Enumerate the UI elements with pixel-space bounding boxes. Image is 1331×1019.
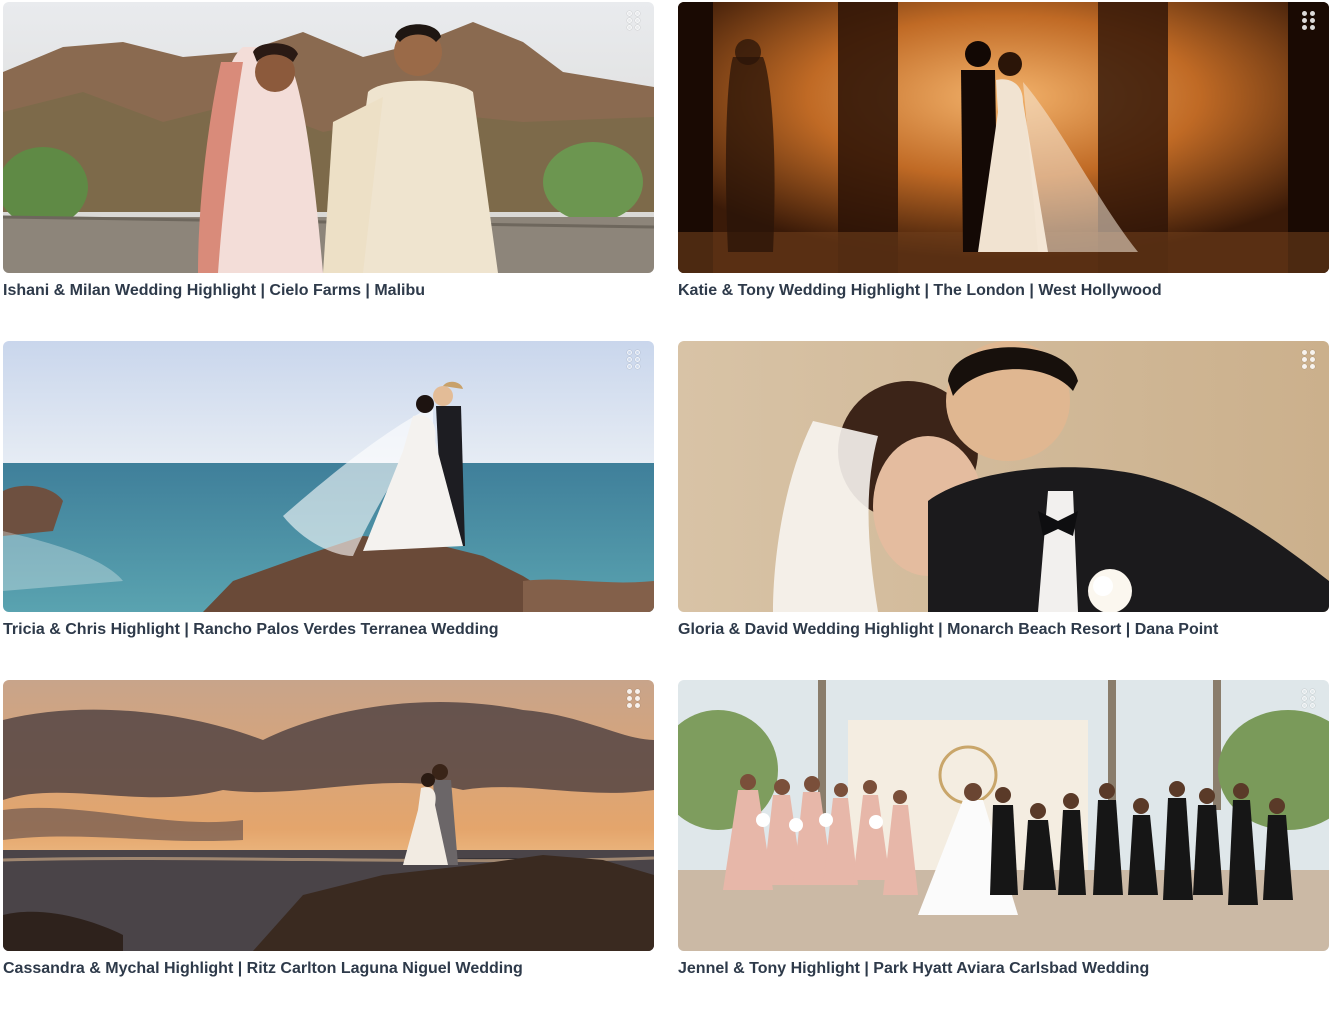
- thumbnail-image: [3, 680, 654, 951]
- video-thumbnail[interactable]: [678, 680, 1329, 951]
- video-title[interactable]: Gloria & David Wedding Highlight | Monar…: [678, 620, 1329, 640]
- thumbnail-image: [678, 680, 1329, 951]
- video-card[interactable]: Jennel & Tony Highlight | Park Hyatt Avi…: [678, 680, 1329, 1019]
- drag-handle-icon[interactable]: [627, 689, 641, 709]
- video-title[interactable]: Ishani & Milan Wedding Highlight | Cielo…: [3, 281, 654, 301]
- video-title[interactable]: Jennel & Tony Highlight | Park Hyatt Avi…: [678, 959, 1329, 979]
- video-title[interactable]: Cassandra & Mychal Highlight | Ritz Carl…: [3, 959, 654, 979]
- video-thumbnail[interactable]: [678, 341, 1329, 612]
- video-thumbnail[interactable]: [3, 2, 654, 273]
- drag-handle-icon[interactable]: [1302, 11, 1316, 31]
- thumbnail-image: [3, 341, 654, 612]
- video-thumbnail[interactable]: [3, 341, 654, 612]
- video-card[interactable]: Tricia & Chris Highlight | Rancho Palos …: [3, 341, 654, 680]
- video-title[interactable]: Tricia & Chris Highlight | Rancho Palos …: [3, 620, 654, 640]
- video-thumbnail[interactable]: [678, 2, 1329, 273]
- video-thumbnail[interactable]: [3, 680, 654, 951]
- thumbnail-image: [678, 341, 1329, 612]
- video-card[interactable]: Katie & Tony Wedding Highlight | The Lon…: [678, 2, 1329, 341]
- video-grid: Ishani & Milan Wedding Highlight | Cielo…: [3, 2, 1329, 1019]
- drag-handle-icon[interactable]: [1302, 689, 1316, 709]
- thumbnail-image: [678, 2, 1329, 273]
- drag-handle-icon[interactable]: [627, 350, 641, 370]
- drag-handle-icon[interactable]: [1302, 350, 1316, 370]
- drag-handle-icon[interactable]: [627, 11, 641, 31]
- thumbnail-image: [3, 2, 654, 273]
- video-card[interactable]: Ishani & Milan Wedding Highlight | Cielo…: [3, 2, 654, 341]
- video-card[interactable]: Gloria & David Wedding Highlight | Monar…: [678, 341, 1329, 680]
- video-card[interactable]: Cassandra & Mychal Highlight | Ritz Carl…: [3, 680, 654, 1019]
- video-title[interactable]: Katie & Tony Wedding Highlight | The Lon…: [678, 281, 1329, 301]
